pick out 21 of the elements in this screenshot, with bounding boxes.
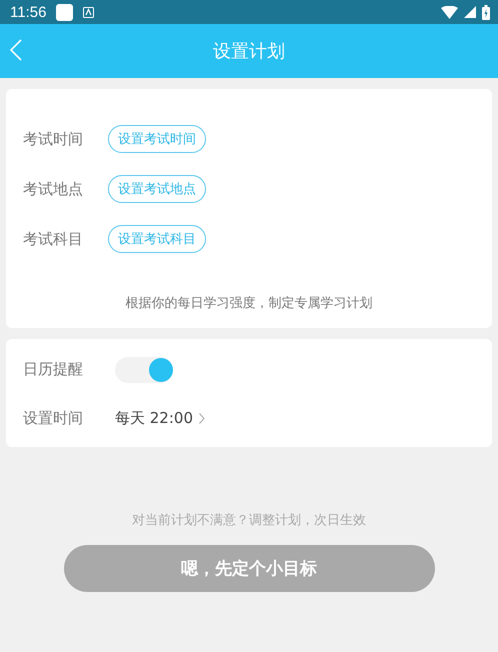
set-exam-button[interactable]: 设置考试时间: [108, 125, 206, 153]
app-notification-icon: [56, 4, 74, 20]
battery-icon: [482, 4, 490, 20]
wifi-icon: [441, 6, 458, 18]
chevron-right-icon: [199, 413, 205, 424]
set-exam-button[interactable]: 设置考试科目: [108, 225, 206, 253]
setting-label: 考试科目: [23, 230, 84, 248]
back-icon[interactable]: [10, 39, 22, 61]
set-exam-button[interactable]: 设置考试地点: [108, 175, 206, 203]
setting-label: 日历提醒: [23, 360, 84, 379]
reminder-time-selector[interactable]: 每天 22:00: [115, 409, 205, 428]
plan-description: 根据你的每日学习强度，制定专属学习计划: [124, 295, 374, 312]
setting-label: 设置时间: [23, 409, 84, 428]
calendar-reminder-toggle[interactable]: [115, 356, 173, 382]
adjust-hint: 对当前计划不满意？调整计划，次日生效: [132, 512, 366, 529]
page-title: 设置计划: [213, 40, 285, 63]
setting-label: 考试时间: [23, 130, 84, 148]
keyboard-notification-icon: [83, 6, 94, 18]
setting-label: 考试地点: [23, 180, 84, 198]
signal-icon: [464, 6, 476, 18]
status-time: 11:56: [10, 4, 46, 20]
